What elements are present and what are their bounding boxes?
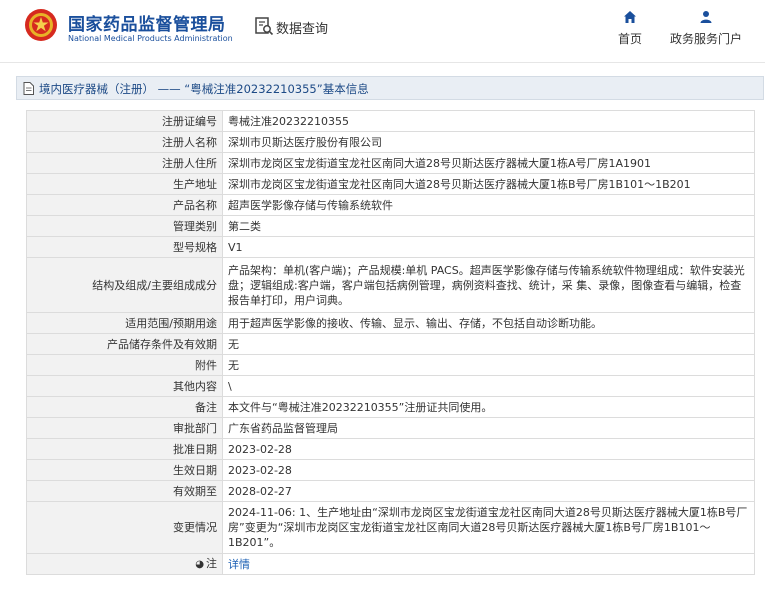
site-name-cn[interactable]: 国家药品监督管理局 bbox=[68, 10, 226, 35]
table-row: 有效期至 2028-02-27 bbox=[26, 480, 755, 502]
nav-home-label: 首页 bbox=[617, 32, 642, 46]
table-row: 注册人名称 深圳市贝斯达医疗股份有限公司 bbox=[26, 131, 755, 153]
field-value: \ bbox=[222, 375, 755, 397]
field-label: 注册人名称 bbox=[26, 131, 223, 153]
table-row: 批准日期 2023-02-28 bbox=[26, 438, 755, 460]
field-value: 广东省药品监督管理局 bbox=[222, 417, 755, 439]
field-value: 用于超声医学影像的接收、传输、显示、输出、存储，不包括自动诊断功能。 bbox=[222, 312, 755, 334]
table-row: 备注 本文件与“粤械注准20232210355”注册证共同使用。 bbox=[26, 396, 755, 418]
field-label: 注册证编号 bbox=[26, 110, 223, 132]
site-header: 国家药品监督管理局 National Medical Products Admi… bbox=[0, 0, 765, 62]
field-value: 无 bbox=[222, 333, 755, 355]
data-query-icon bbox=[255, 17, 274, 36]
table-row: 变更情况 2024-11-06: 1、生产地址由“深圳市龙岗区宝龙街道宝龙社区南同… bbox=[26, 501, 755, 554]
field-value: 产品架构：单机(客户端)；产品规模:单机 PACS。超声医学影像存储与传输系统软… bbox=[222, 257, 755, 313]
field-value: 粤械注准20232210355 bbox=[222, 110, 755, 132]
field-label: 型号规格 bbox=[26, 236, 223, 258]
field-value: 深圳市贝斯达医疗股份有限公司 bbox=[222, 131, 755, 153]
note-value-cell: 详情 bbox=[222, 553, 755, 575]
table-row: 产品储存条件及有效期无 bbox=[26, 333, 755, 355]
field-label: 备注 bbox=[26, 396, 223, 418]
note-label: 注 bbox=[206, 557, 217, 570]
national-emblem-logo[interactable] bbox=[24, 8, 58, 42]
nav-gov-service[interactable]: 政务服务门户 bbox=[666, 10, 746, 47]
field-label: 适用范围/预期用途 bbox=[26, 312, 223, 334]
field-label: 管理类别 bbox=[26, 215, 223, 237]
table-row: 适用范围/预期用途 用于超声医学影像的接收、传输、显示、输出、存储，不包括自动诊断… bbox=[26, 312, 755, 334]
table-row: 注册证编号 粤械注准20232210355 bbox=[26, 110, 755, 132]
table-row-note: ◕ 注详情 bbox=[26, 553, 755, 575]
field-label: 审批部门 bbox=[26, 417, 223, 439]
field-label: 有效期至 bbox=[26, 480, 223, 502]
table-row: 生效日期 2023-02-28 bbox=[26, 459, 755, 481]
field-value: 2023-02-28 bbox=[222, 438, 755, 460]
field-value: 本文件与“粤械注准20232210355”注册证共同使用。 bbox=[222, 396, 755, 418]
data-query-label: 数据查询 bbox=[276, 22, 329, 37]
field-label: 注册人住所 bbox=[26, 152, 223, 174]
site-name-en: National Medical Products Administration bbox=[68, 34, 233, 43]
field-value: V1 bbox=[222, 236, 755, 258]
nav-home[interactable]: 首页 bbox=[612, 10, 648, 47]
table-row: 注册人住所 深圳市龙岗区宝龙街道宝龙社区南同大道28号贝斯达医疗器械大厦1栋A号厂… bbox=[26, 152, 755, 174]
table-row: 结构及组成/主要组成成分 产品架构：单机(客户端)；产品规模:单机 PACS。超声… bbox=[26, 257, 755, 313]
field-value: 深圳市龙岗区宝龙街道宝龙社区南同大道28号贝斯达医疗器械大厦1栋B号厂房1B10… bbox=[222, 173, 755, 195]
field-value: 深圳市龙岗区宝龙街道宝龙社区南同大道28号贝斯达医疗器械大厦1栋A号厂房1A19… bbox=[222, 152, 755, 174]
details-link[interactable]: 详情 bbox=[228, 558, 250, 571]
table-row: 其他内容 \ bbox=[26, 375, 755, 397]
field-label: 生产地址 bbox=[26, 173, 223, 195]
field-value: 2023-02-28 bbox=[222, 459, 755, 481]
field-value: 无 bbox=[222, 354, 755, 376]
header-divider bbox=[0, 62, 765, 63]
field-label: 产品名称 bbox=[26, 194, 223, 216]
field-label: 结构及组成/主要组成成分 bbox=[26, 257, 223, 313]
info-icon: ◕ bbox=[195, 559, 204, 570]
field-value: 2024-11-06: 1、生产地址由“深圳市龙岗区宝龙街道宝龙社区南同大道28… bbox=[222, 501, 755, 554]
page-title: 境内医疗器械（注册） —— “粤械注准20232210355”基本信息 bbox=[39, 82, 369, 96]
user-icon bbox=[700, 11, 712, 23]
detail-table: 注册证编号 粤械注准20232210355 注册人名称 深圳市贝斯达医疗股份有限公司注… bbox=[26, 110, 755, 575]
field-label: 附件 bbox=[26, 354, 223, 376]
field-label: 产品储存条件及有效期 bbox=[26, 333, 223, 355]
field-value: 第二类 bbox=[222, 215, 755, 237]
table-row: 产品名称 超声医学影像存储与传输系统软件 bbox=[26, 194, 755, 216]
document-icon bbox=[23, 82, 34, 95]
nav-gov-service-label: 政务服务门户 bbox=[669, 32, 742, 46]
home-icon bbox=[624, 11, 636, 23]
field-value: 2028-02-27 bbox=[222, 480, 755, 502]
field-label: 生效日期 bbox=[26, 459, 223, 481]
field-label: 其他内容 bbox=[26, 375, 223, 397]
table-row: 生产地址 深圳市龙岗区宝龙街道宝龙社区南同大道28号贝斯达医疗器械大厦1栋B号厂房… bbox=[26, 173, 755, 195]
section-title-bar: 境内医疗器械（注册） —— “粤械注准20232210355”基本信息 bbox=[16, 76, 764, 100]
field-label: 变更情况 bbox=[26, 501, 223, 554]
field-value: 超声医学影像存储与传输系统软件 bbox=[222, 194, 755, 216]
table-row: 型号规格 V1 bbox=[26, 236, 755, 258]
table-row: 管理类别 第二类 bbox=[26, 215, 755, 237]
note-label-cell: ◕ 注 bbox=[26, 553, 223, 575]
table-row: 审批部门 广东省药品监督管理局 bbox=[26, 417, 755, 439]
field-label: 批准日期 bbox=[26, 438, 223, 460]
table-row: 附件无 bbox=[26, 354, 755, 376]
